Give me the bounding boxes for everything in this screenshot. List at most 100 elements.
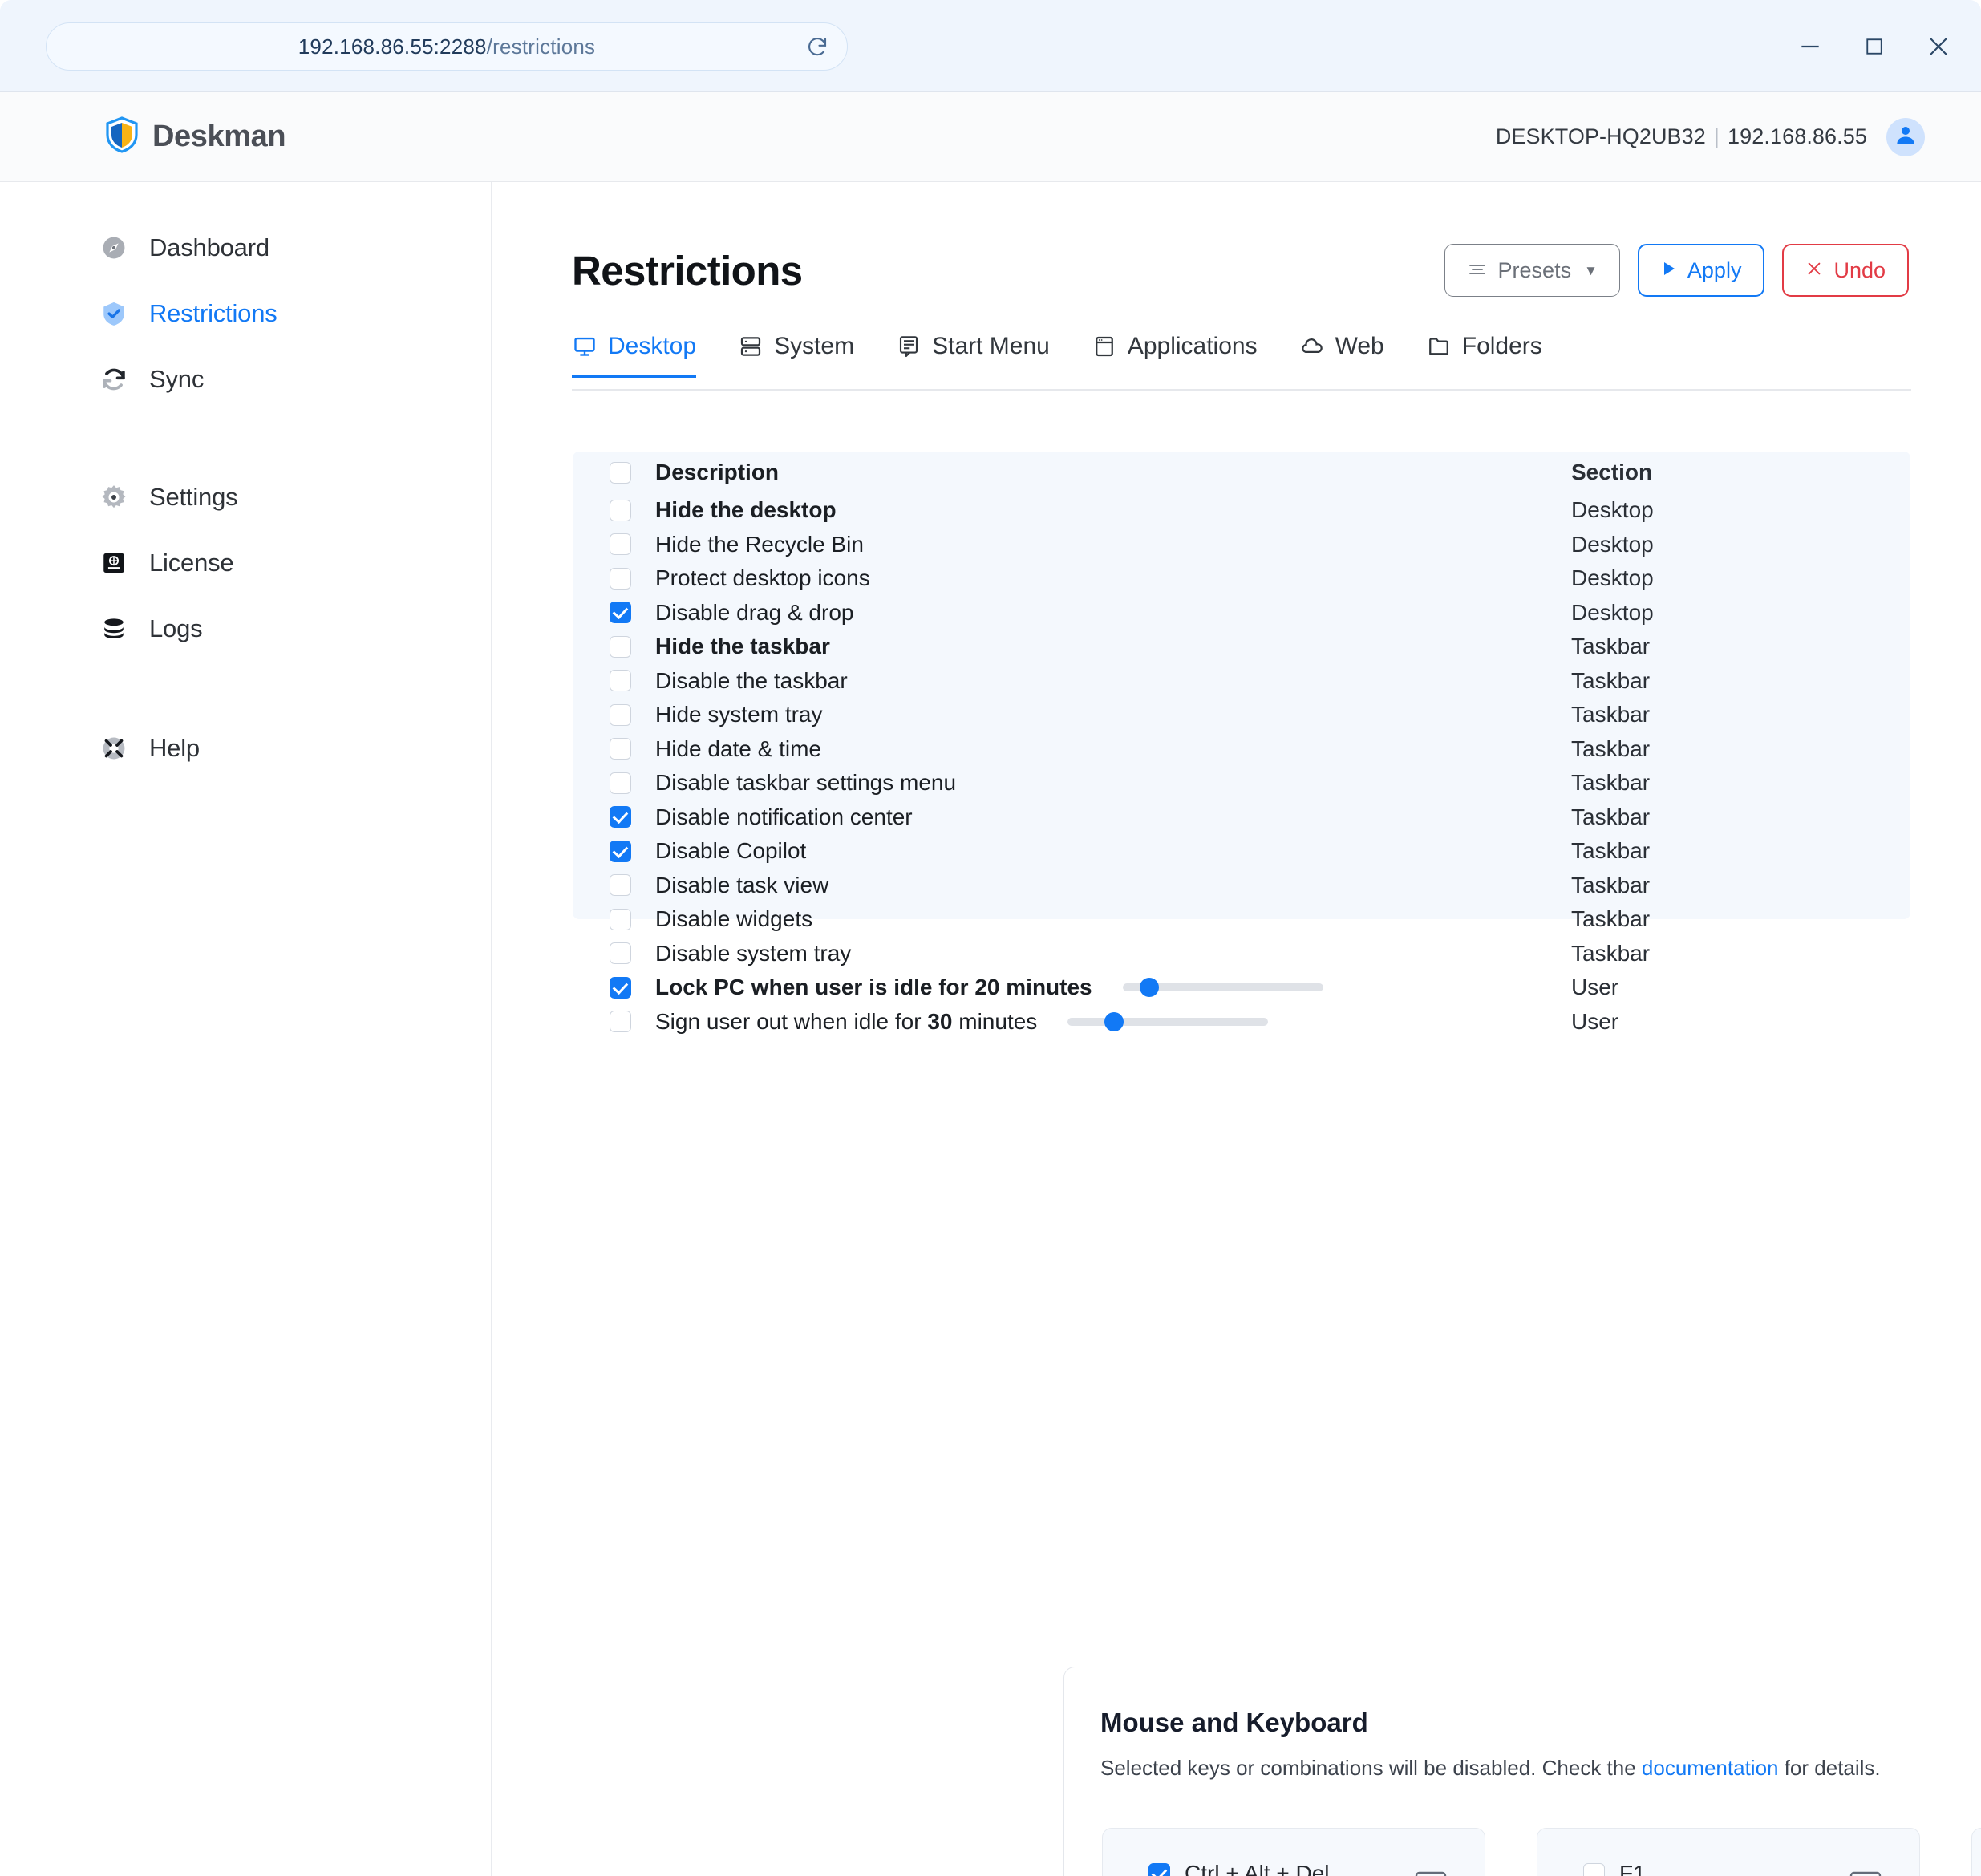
restriction-checkbox[interactable] (610, 1011, 631, 1033)
restriction-section: Taskbar (1571, 667, 1651, 693)
close-icon[interactable] (1925, 33, 1952, 60)
key-checkbox[interactable] (1148, 1862, 1170, 1876)
device-ip: 192.168.86.55 (1728, 124, 1867, 148)
table-row[interactable]: Disable notification center Taskbar (573, 800, 1910, 835)
restriction-checkbox[interactable] (610, 602, 631, 624)
restriction-checkbox[interactable] (610, 772, 631, 794)
restriction-checkbox[interactable] (610, 840, 631, 862)
restriction-description: Disable widgets (655, 906, 813, 932)
tab-system[interactable]: System (738, 333, 854, 376)
presets-button[interactable]: Presets ▼ (1444, 244, 1620, 297)
idle-suffix: minutes (999, 974, 1092, 1000)
restriction-description: Disable drag & drop (655, 599, 854, 625)
sidebar-item-settings[interactable]: Settings (99, 483, 238, 512)
slider-thumb[interactable] (1104, 1011, 1124, 1031)
table-row[interactable]: Hide date & time Taskbar (573, 732, 1910, 767)
key-option-row[interactable]: Ctrl + Alt + Del (1148, 1861, 1330, 1876)
gear-icon (99, 483, 128, 512)
key-option-row[interactable]: F1 (1583, 1861, 1646, 1876)
restriction-description: Hide date & time (655, 735, 821, 761)
restriction-checkbox[interactable] (610, 670, 631, 692)
slider-thumb[interactable] (1139, 978, 1159, 998)
restriction-checkbox[interactable] (610, 874, 631, 897)
table-row[interactable]: Hide the taskbar Taskbar (573, 630, 1910, 664)
restriction-checkbox[interactable] (610, 533, 631, 556)
sidebar-item-restrictions[interactable]: Restrictions (99, 299, 278, 328)
table-row[interactable]: Disable drag & drop Desktop (573, 596, 1910, 630)
idle-slider[interactable] (1123, 978, 1323, 998)
restriction-checkbox[interactable] (610, 908, 631, 930)
sidebar-item-sync[interactable]: Sync (99, 365, 204, 394)
table-row[interactable]: Disable Copilot Taskbar (573, 834, 1910, 869)
documentation-link[interactable]: documentation (1642, 1756, 1779, 1780)
restriction-checkbox[interactable] (610, 499, 631, 521)
sidebar-item-help[interactable]: Help (99, 734, 200, 763)
apply-button[interactable]: Apply (1637, 244, 1765, 297)
avatar[interactable] (1886, 117, 1925, 156)
restriction-checkbox[interactable] (610, 635, 631, 658)
tab-applications[interactable]: Applications (1092, 333, 1258, 376)
restriction-description: Hide the Recycle Bin (655, 531, 864, 557)
tab-web[interactable]: Web (1299, 333, 1384, 376)
idle-slider[interactable] (1067, 1011, 1268, 1031)
restriction-checkbox[interactable] (610, 567, 631, 590)
table-row[interactable]: Protect desktop icons Desktop (573, 561, 1910, 596)
column-header-section: Section (1571, 460, 1653, 484)
restriction-description: Disable Copilot (655, 838, 807, 864)
tab-start-menu[interactable]: Start Menu (896, 333, 1050, 376)
idle-value: 30 (927, 1008, 953, 1034)
restrictions-panel: Description Section Hide the desktop Desk… (573, 452, 1910, 1034)
restriction-checkbox[interactable] (610, 806, 631, 829)
table-row[interactable]: Disable system tray Taskbar (573, 937, 1910, 971)
url-path: /restrictions (486, 34, 596, 59)
restriction-checkbox[interactable] (610, 703, 631, 726)
table-row[interactable]: Hide the Recycle Bin Desktop (573, 528, 1910, 562)
device-info: DESKTOP-HQ2UB32 | 192.168.86.55 (1496, 124, 1867, 149)
table-row[interactable]: Hide the desktop Desktop (573, 493, 1910, 528)
close-x-icon (1805, 258, 1823, 283)
table-row[interactable]: Disable taskbar settings menu Taskbar (573, 766, 1910, 800)
tab-label: System (774, 333, 855, 359)
table-row[interactable]: Hide system tray Taskbar (573, 698, 1910, 732)
compass-icon (99, 233, 128, 262)
sidebar-item-dashboard[interactable]: Dashboard (99, 233, 269, 262)
maximize-icon[interactable] (1861, 33, 1888, 60)
license-card-icon (99, 549, 128, 577)
page-actions: Presets ▼ Apply Undo (1444, 244, 1909, 297)
table-row[interactable]: Lock PC when user is idle for 20 minutes… (573, 970, 1910, 1005)
sidebar-item-logs[interactable]: Logs (99, 614, 203, 643)
window-icon (1092, 334, 1117, 359)
table-row[interactable]: Sign user out when idle for 30 minutes Us… (573, 1005, 1910, 1039)
address-bar[interactable]: 192.168.86.55:2288/restrictions (46, 22, 848, 71)
sidebar-item-label: Settings (149, 483, 238, 511)
start-menu-icon (896, 334, 922, 359)
table-row[interactable]: Disable widgets Taskbar (573, 902, 1910, 937)
tab-folders[interactable]: Folders (1426, 333, 1542, 376)
reload-icon[interactable] (805, 34, 829, 59)
restriction-description: Disable notification center (655, 804, 913, 829)
minimize-icon[interactable] (1797, 33, 1824, 60)
apply-label: Apply (1687, 257, 1742, 282)
tab-desktop[interactable]: Desktop (572, 333, 697, 378)
restriction-section: Taskbar (1571, 906, 1651, 932)
restriction-checkbox[interactable] (610, 738, 631, 760)
restriction-description: Disable system tray (655, 940, 852, 966)
idle-value: 20 (974, 974, 1000, 1000)
restriction-checkbox[interactable] (610, 976, 631, 999)
undo-button[interactable]: Undo (1782, 244, 1909, 297)
mouse-keyboard-title: Mouse and Keyboard (1100, 1708, 1368, 1737)
restriction-section: Desktop (1571, 599, 1654, 625)
select-all-checkbox[interactable] (610, 461, 631, 484)
tab-label: Start Menu (932, 333, 1050, 359)
restriction-description: Protect desktop icons (655, 565, 870, 591)
page-title: Restrictions (572, 248, 803, 294)
restriction-checkbox[interactable] (610, 942, 631, 965)
table-row[interactable]: Disable the taskbar Taskbar (573, 664, 1910, 699)
restriction-description: Sign user out when idle for 30 minutes (655, 1009, 1037, 1035)
key-checkbox[interactable] (1583, 1862, 1605, 1876)
sidebar-item-license[interactable]: License (99, 549, 234, 577)
tab-bar: Desktop System Start Menu Applications W… (572, 333, 1911, 391)
url-host: 192.168.86.55:2288 (298, 34, 487, 59)
table-row[interactable]: Disable task view Taskbar (573, 869, 1910, 903)
restriction-description: Hide system tray (655, 702, 823, 727)
